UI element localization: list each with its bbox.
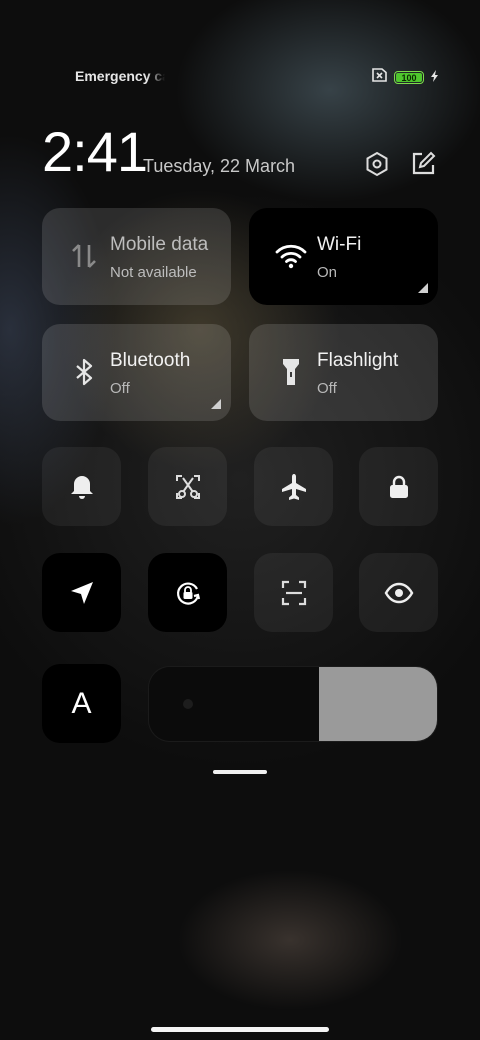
- tile-mobile-data[interactable]: Mobile data Not available: [42, 208, 231, 305]
- location-icon: [70, 581, 93, 604]
- scanner-icon: [281, 580, 306, 605]
- tile-airplane-mode[interactable]: [254, 447, 333, 526]
- flashlight-icon: [283, 359, 299, 385]
- airplane-icon: [281, 473, 306, 500]
- brightness-slider-fill: [318, 667, 437, 741]
- lock-icon: [389, 475, 408, 498]
- tile-reading-mode[interactable]: [359, 553, 438, 632]
- bluetooth-icon: [76, 358, 93, 386]
- settings-button[interactable]: [363, 150, 391, 178]
- battery-icon: 100: [394, 71, 424, 84]
- tile-mobile-data-title: Mobile data: [110, 234, 209, 255]
- tile-bluetooth[interactable]: Bluetooth Off: [42, 324, 231, 421]
- edit-icon: [412, 151, 436, 175]
- tile-wifi-status: On: [317, 264, 338, 281]
- brightness-slider-track: [149, 667, 319, 741]
- tile-mobile-data-status: Not available: [110, 264, 197, 281]
- bell-icon: [70, 475, 93, 499]
- tile-scanner[interactable]: [254, 553, 333, 632]
- status-icons: 100: [370, 68, 440, 87]
- tile-wifi-title: Wi-Fi: [317, 234, 362, 255]
- tile-flashlight-status: Off: [317, 380, 337, 397]
- settings-hex-icon: [366, 151, 388, 177]
- carrier-status-text: Emergency calls only: [75, 68, 165, 84]
- tile-screenshot[interactable]: [148, 447, 227, 526]
- tile-flashlight[interactable]: Flashlight Off: [249, 324, 438, 421]
- tile-location[interactable]: [42, 553, 121, 632]
- tile-bluetooth-title: Bluetooth: [110, 350, 191, 371]
- clock-date: Tuesday, 22 March: [143, 156, 296, 176]
- tile-auto-rotate[interactable]: [148, 553, 227, 632]
- tile-wifi-expand-corner[interactable]: [418, 283, 428, 293]
- auto-rotate-lock-icon: [176, 581, 200, 605]
- eye-icon: [384, 582, 413, 603]
- tile-bluetooth-expand-corner[interactable]: [211, 399, 221, 409]
- tile-silent[interactable]: [42, 447, 121, 526]
- edit-button[interactable]: [409, 150, 437, 178]
- panel-drag-handle[interactable]: [213, 770, 267, 774]
- brightness-slider[interactable]: [148, 666, 438, 742]
- brightness-sun-icon: [183, 699, 193, 709]
- battery-level: 100: [401, 72, 417, 83]
- tile-lock-screen[interactable]: [359, 447, 438, 526]
- tile-bluetooth-status: Off: [110, 380, 130, 397]
- mobile-data-icon: [72, 244, 96, 268]
- auto-brightness-button[interactable]: A: [42, 664, 121, 743]
- charging-bolt-icon: [430, 69, 440, 87]
- no-sim-icon: [370, 68, 388, 87]
- clock-time: 2:41: [42, 120, 148, 183]
- gesture-navigation-bar[interactable]: [151, 1027, 329, 1032]
- tile-wifi[interactable]: Wi-Fi On: [249, 208, 438, 305]
- wifi-icon: [275, 244, 307, 269]
- tile-flashlight-title: Flashlight: [317, 350, 399, 371]
- screenshot-scissors-icon: [175, 474, 200, 499]
